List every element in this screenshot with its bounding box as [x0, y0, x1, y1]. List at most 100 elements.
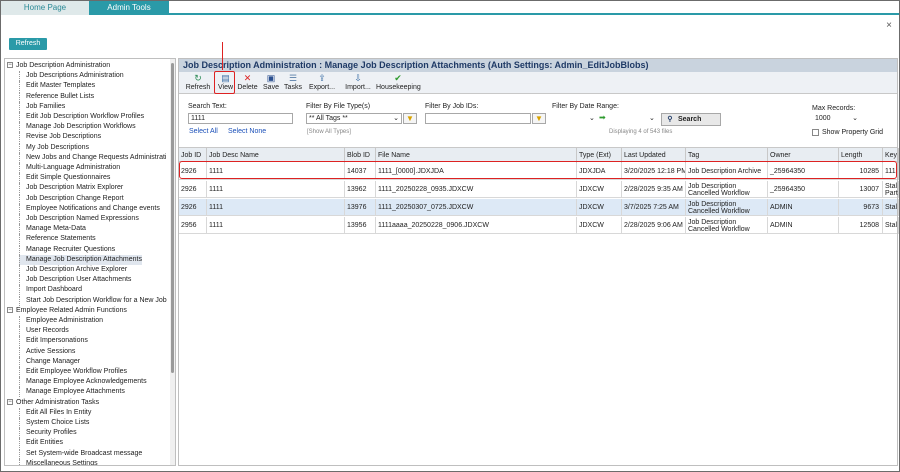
file-type-select[interactable]: ** All Tags ** ⌄ [306, 113, 402, 124]
sidebar-group[interactable]: − Employee Related Admin Functions [7, 306, 127, 316]
search-text-input[interactable]: 1111 [188, 113, 293, 124]
table-cell: 1111aaaa_20250228_0906.JDXCW [376, 217, 577, 234]
toolbar-button-label: Housekeeping [376, 84, 421, 91]
toolbar-button[interactable]: ↻ Refresh [185, 73, 211, 93]
job-ids-input[interactable] [425, 113, 531, 124]
table-cell: 2/28/2025 9:06 AM [622, 217, 686, 234]
refresh-button[interactable]: Refresh [9, 38, 47, 50]
sidebar-item[interactable]: New Jobs and Change Requests Administrat… [19, 152, 166, 163]
sidebar-item[interactable]: Change Manager [19, 356, 80, 367]
search-text-label: Search Text: [188, 103, 227, 110]
collapse-icon[interactable]: − [7, 398, 13, 405]
table-row[interactable]: 2956 1111 13956 1111aaaa_20250228_0906.JDXC… [179, 217, 899, 234]
table-cell: ADMIN [768, 199, 839, 216]
table-cell: 3/7/2025 7:25 AM [622, 199, 686, 216]
search-button-label: Search [678, 116, 702, 123]
sidebar-item[interactable]: Active Sessions [19, 346, 75, 357]
sidebar-group[interactable]: − Other Administration Tasks [7, 398, 99, 408]
export-icon: ⇪ [318, 73, 326, 83]
sidebar-item[interactable]: Multi-Language Administration [19, 163, 120, 173]
sidebar-item[interactable]: Miscellaneous Settings [19, 458, 98, 465]
sidebar-item[interactable]: Start Job Description Workflow for a New… [19, 295, 167, 306]
toolbar-button-label: Refresh [185, 84, 211, 91]
sidebar-item[interactable]: Edit Simple Questionnaires [19, 173, 110, 184]
table-cell: 2926 [179, 181, 207, 198]
select-all-link[interactable]: Select All [189, 128, 218, 135]
sidebar-scrollbar[interactable] [170, 59, 175, 465]
table-cell: Stal Parti [885, 181, 899, 198]
table-cell: 13007 [839, 181, 883, 198]
table-row[interactable]: 2926 1111 13976 1111_20250307_0725.JDXCW JDX… [179, 199, 899, 216]
show-all-types-link[interactable]: [Show All Types] [307, 129, 351, 135]
date-range-label: Filter By Date Range: [552, 103, 619, 110]
date-from-chevron-icon[interactable]: ⌄ [589, 114, 595, 122]
top-tab-bar: Home Page Admin Tools [1, 1, 899, 15]
select-none-link[interactable]: Select None [228, 128, 266, 135]
job-ids-filter-icon[interactable]: ▼ [532, 113, 546, 124]
sidebar-item[interactable]: Manage Job Description Workflows [19, 122, 136, 133]
sidebar-item[interactable]: Job Families [19, 101, 65, 112]
date-to-chevron-icon[interactable]: ⌄ [649, 114, 655, 122]
toolbar-button[interactable]: ▣ Save [261, 73, 281, 93]
sidebar-item[interactable]: Reference Statements [19, 234, 96, 245]
sidebar-item[interactable]: Employee Notifications and Change events [19, 203, 160, 214]
sidebar-item[interactable]: Edit Impersonations [19, 336, 88, 347]
toolbar: ↻ Refresh ▤ View ✕ Delete ▣ Save ☰ Tasks ⇪ Export..… [179, 72, 897, 94]
toolbar-button[interactable]: ✕ Delete [236, 73, 259, 93]
sidebar-item[interactable]: Edit Job Description Workflow Profiles [19, 112, 144, 122]
sidebar-group[interactable]: − Job Description Administration [7, 61, 110, 71]
refresh-icon: ↻ [194, 73, 202, 83]
collapse-icon[interactable]: − [7, 62, 13, 69]
collapse-icon[interactable]: − [7, 306, 13, 313]
sidebar-group-label: Other Administration Tasks [16, 398, 100, 406]
tab-home-page[interactable]: Home Page [1, 1, 89, 15]
sidebar-item[interactable]: Reference Bullet Lists [19, 91, 94, 102]
sidebar-item[interactable]: Job Description Change Report [19, 193, 124, 204]
file-type-filter-icon[interactable]: ▼ [403, 113, 417, 124]
sidebar-item[interactable]: Manage Recruiter Questions [19, 244, 115, 255]
table-cell: 1111_20250228_0935.JDXCW [376, 181, 577, 198]
sidebar-item[interactable]: Manage Meta-Data [19, 224, 86, 235]
admin-sidebar-tree: − Job Description Administration Job Descr… [4, 58, 176, 466]
search-button[interactable]: ⚲ Search [661, 113, 721, 126]
import-icon: ⇩ [354, 73, 362, 83]
toolbar-button[interactable]: ☰ Tasks [283, 73, 303, 93]
sidebar-item[interactable]: Job Description Named Expressions [19, 214, 139, 224]
max-records-select[interactable]: 1000 ⌄ [812, 113, 860, 124]
sidebar-item[interactable]: Employee Administration [19, 316, 103, 326]
sidebar-item[interactable]: Manage Job Description Attachments [19, 254, 142, 265]
job-ids-label: Filter By Job IDs: [425, 103, 479, 110]
toolbar-button[interactable]: ✔ Housekeeping [376, 73, 421, 93]
sidebar-item[interactable]: Set System-wide Broadcast message [19, 448, 142, 459]
toolbar-button[interactable]: ⇪ Export... [307, 73, 337, 93]
table-row[interactable]: 2926 1111 13962 1111_20250228_0935.JDXCW JDX… [179, 181, 899, 198]
sidebar-item[interactable]: Job Description Matrix Explorer [19, 183, 123, 194]
sidebar-item[interactable]: Edit Master Templates [19, 81, 95, 92]
sidebar-item[interactable]: Revise Job Descriptions [19, 132, 101, 143]
max-records-value: 1000 [815, 115, 831, 122]
table-cell: JDXCW [577, 181, 622, 198]
sidebar-item[interactable]: Edit All Files In Entity [19, 407, 91, 418]
toolbar-button[interactable]: ⇩ Import... [342, 73, 374, 93]
sidebar-item[interactable]: Manage Employee Acknowledgements [19, 377, 147, 388]
sidebar-item[interactable]: My Job Descriptions [19, 142, 89, 153]
table-cell: 13956 [345, 217, 376, 234]
sidebar-item[interactable]: Edit Employee Workflow Profiles [19, 367, 127, 377]
toolbar-button-label: Tasks [284, 84, 302, 91]
sidebar-item[interactable]: Edit Entities [19, 438, 63, 449]
sidebar-item[interactable]: System Choice Lists [19, 418, 89, 428]
table-cell: 1111 [207, 181, 345, 198]
sidebar-item[interactable]: Import Dashboard [19, 285, 82, 296]
sidebar-item[interactable]: Manage Employee Attachments [19, 387, 125, 398]
sidebar-item[interactable]: User Records [19, 326, 69, 337]
sidebar-item[interactable]: Security Profiles [19, 428, 77, 439]
close-icon[interactable]: × [886, 20, 892, 31]
sidebar-item[interactable]: Job Description Archive Explorer [19, 265, 127, 275]
sidebar-scrollbar-thumb[interactable] [171, 63, 174, 373]
save-icon: ▣ [266, 73, 276, 83]
sidebar-group-label: Job Description Administration [16, 62, 111, 69]
show-property-grid-checkbox[interactable] [812, 129, 819, 136]
sidebar-item[interactable]: Job Description User Attachments [19, 275, 131, 286]
sidebar-item[interactable]: Job Descriptions Administration [19, 71, 124, 82]
tab-admin-tools[interactable]: Admin Tools [89, 1, 169, 15]
